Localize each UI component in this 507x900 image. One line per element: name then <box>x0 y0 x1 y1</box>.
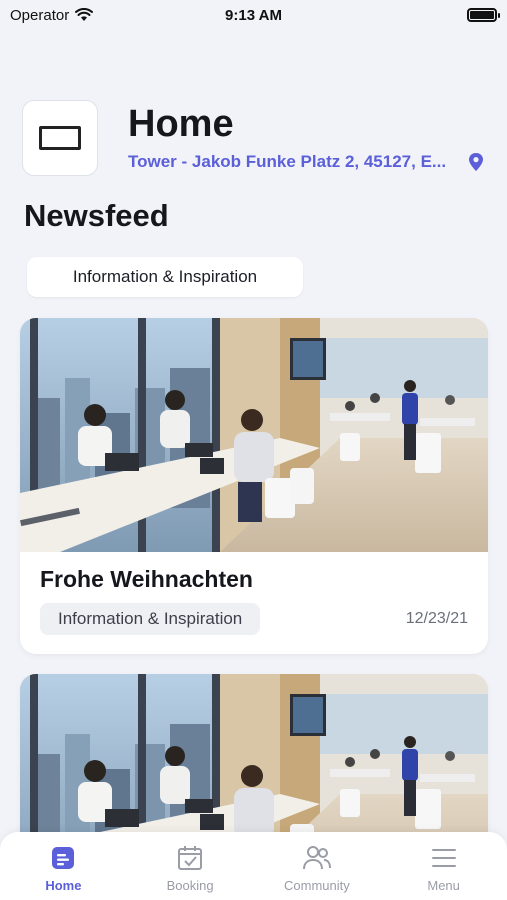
calendar-check-icon <box>175 844 205 872</box>
carrier-label: Operator <box>10 6 70 24</box>
tab-bar: Home Booking Community Menu <box>0 832 507 900</box>
tab-menu[interactable]: Menu <box>389 844 499 893</box>
tab-menu-label: Menu <box>427 877 460 893</box>
building-logo[interactable] <box>22 100 98 176</box>
battery-icon <box>467 8 500 22</box>
news-card-title: Frohe Weihnachten <box>40 566 253 592</box>
tab-community[interactable]: Community <box>262 844 372 893</box>
category-filter-chip[interactable]: Information & Inspiration <box>27 257 303 297</box>
tab-booking[interactable]: Booking <box>135 844 245 893</box>
tab-booking-label: Booking <box>166 877 214 893</box>
news-card-date: 12/23/21 <box>405 610 468 627</box>
news-card[interactable]: Frohe Weihnachten Information & Inspirat… <box>20 318 488 654</box>
header-text: Home Tower - Jakob Funke Platz 2, 45127,… <box>128 100 485 172</box>
home-document-icon <box>48 844 78 872</box>
status-bar: Operator 9:13 AM <box>0 0 507 30</box>
tab-community-label: Community <box>284 877 350 893</box>
people-icon <box>302 844 332 872</box>
wifi-icon <box>75 8 94 22</box>
news-card-image <box>20 318 488 552</box>
location-pin-icon[interactable] <box>467 152 485 172</box>
newsfeed-title: Newsfeed <box>24 198 169 233</box>
status-left: Operator <box>10 6 94 24</box>
logo-placeholder-icon <box>39 126 81 150</box>
page-title: Home <box>128 103 234 145</box>
location-label: Tower - Jakob Funke Platz 2, 45127, E... <box>128 152 447 171</box>
tab-home-label: Home <box>45 877 82 893</box>
news-card-category-badge: Information & Inspiration <box>40 603 261 635</box>
header: Home Tower - Jakob Funke Platz 2, 45127,… <box>22 100 485 180</box>
menu-icon <box>429 844 459 872</box>
tab-home[interactable]: Home <box>8 844 118 893</box>
news-card-meta: Information & Inspiration 12/23/21 <box>20 593 488 635</box>
location-selector[interactable]: Tower - Jakob Funke Platz 2, 45127, E... <box>128 152 485 172</box>
